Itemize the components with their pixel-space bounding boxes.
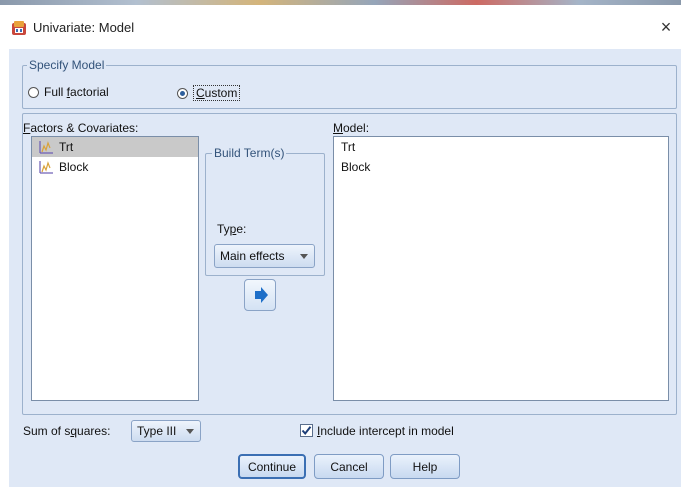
factor-name: Block [59, 160, 89, 174]
help-button[interactable]: Help [390, 454, 460, 479]
specify-model-legend: Specify Model [27, 58, 107, 72]
radio-selected-icon [177, 87, 188, 99]
model-terms-list[interactable]: Trt Block [333, 136, 669, 401]
sum-of-squares-value: Type III [137, 424, 177, 438]
model-label: Model: [333, 121, 370, 135]
close-icon[interactable]: × [655, 16, 677, 38]
full-factorial-label: Full factorial [44, 85, 109, 99]
model-term-block[interactable]: Block [334, 157, 668, 177]
model-term-trt[interactable]: Trt [334, 137, 668, 157]
title-bar[interactable]: Univariate: Model × [0, 5, 681, 49]
custom-radio[interactable]: Custom [177, 85, 241, 101]
move-term-button[interactable] [244, 279, 276, 311]
scale-variable-icon [39, 160, 53, 174]
factors-covariates-label: Factors & Covariates: [23, 121, 139, 135]
custom-label: Custom [193, 85, 241, 101]
scale-variable-icon [39, 140, 53, 154]
chevron-down-icon [186, 429, 194, 434]
factors-covariates-list[interactable]: Trt Block [31, 136, 199, 401]
list-item-trt[interactable]: Trt [32, 137, 198, 157]
spss-app-icon [12, 21, 26, 35]
full-factorial-radio[interactable]: Full factorial [28, 85, 109, 99]
sum-of-squares-label: Sum of squares: [23, 424, 111, 438]
chevron-down-icon [300, 254, 308, 259]
factor-name: Trt [59, 140, 74, 154]
window-title: Univariate: Model [33, 20, 135, 35]
dialog-body: Specify Model Full factorial Custom Fact… [9, 49, 681, 487]
type-label: Type: [217, 222, 247, 236]
cancel-button[interactable]: Cancel [314, 454, 384, 479]
build-terms-legend: Build Term(s) [212, 146, 287, 160]
list-item-block[interactable]: Block [32, 157, 198, 177]
specify-model-group: Specify Model Full factorial Custom [22, 58, 677, 109]
right-arrow-icon [255, 287, 268, 303]
term-type-value: Main effects [220, 249, 285, 263]
continue-button[interactable]: Continue [238, 454, 306, 479]
include-intercept-label[interactable]: Include intercept in model [317, 424, 454, 438]
term-type-dropdown[interactable]: Main effects [214, 244, 315, 268]
checkmark-icon [301, 426, 312, 436]
sum-of-squares-dropdown[interactable]: Type III [131, 420, 201, 442]
radio-unselected-icon [28, 86, 39, 98]
include-intercept-checkbox[interactable] [300, 424, 313, 437]
